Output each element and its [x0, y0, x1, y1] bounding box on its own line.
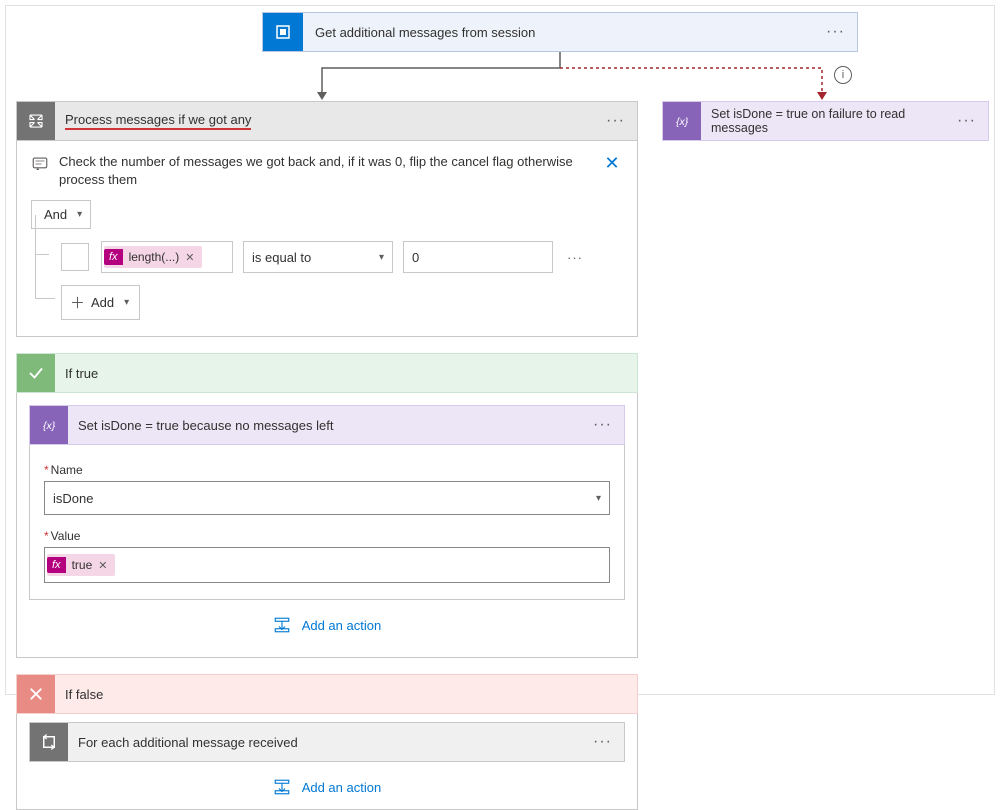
if-false-title: If false — [55, 687, 637, 702]
cross-icon — [17, 675, 55, 713]
action-menu[interactable]: ··· — [814, 23, 857, 41]
note-close[interactable]: ✕ — [601, 153, 623, 174]
check-icon — [17, 354, 55, 392]
svg-text:{x}: {x} — [43, 420, 56, 432]
add-condition-button[interactable]: ＋ Add ▾ — [61, 285, 140, 320]
set-variable-title: Set isDone = true because no messages le… — [68, 418, 581, 433]
info-icon[interactable]: i — [834, 66, 852, 84]
variable-value-input[interactable]: fx true ✕ — [44, 547, 610, 583]
condition-row-menu[interactable]: ··· — [567, 250, 583, 265]
insert-step-icon — [273, 778, 291, 799]
left-column: Process messages if we got any ··· Check… — [16, 101, 638, 810]
condition-menu[interactable]: ··· — [594, 112, 637, 130]
chevron-down-icon: ▾ — [77, 209, 82, 220]
if-true-add-action[interactable]: Add an action — [33, 616, 621, 637]
failure-action-menu[interactable]: ··· — [945, 112, 988, 130]
chevron-down-icon: ▾ — [124, 297, 129, 308]
condition-body: Check the number of messages we got back… — [16, 141, 638, 337]
if-true-body: {x} Set isDone = true because no message… — [16, 393, 638, 658]
variable-icon: {x} — [30, 406, 68, 444]
chevron-down-icon: ▾ — [379, 252, 384, 263]
connector-lines — [262, 52, 858, 104]
fx-icon: fx — [47, 557, 66, 573]
flow-canvas: Get additional messages from session ···… — [5, 5, 995, 695]
chevron-down-icon: ▾ — [596, 493, 601, 504]
session-icon — [263, 13, 303, 51]
condition-title: Process messages if we got any — [55, 112, 594, 130]
plus-icon: ＋ — [70, 292, 85, 313]
set-variable-body: *Name isDone ▾ *Value fx true ✕ — [29, 445, 625, 600]
condition-left-operand[interactable]: fx length(...) ✕ — [101, 241, 233, 273]
if-true-header: If true — [16, 353, 638, 393]
note-icon — [31, 155, 49, 176]
operator-label: is equal to — [252, 250, 311, 265]
fx-token-length[interactable]: fx length(...) ✕ — [104, 246, 202, 268]
if-false-header: If false — [16, 674, 638, 714]
if-true-title: If true — [55, 366, 637, 381]
condition-header[interactable]: Process messages if we got any ··· — [16, 101, 638, 141]
if-false-body: For each additional message received ···… — [16, 714, 638, 810]
loop-icon — [30, 723, 68, 761]
action-title: Get additional messages from session — [303, 25, 814, 40]
value-label: *Value — [44, 529, 610, 543]
token-remove[interactable]: ✕ — [98, 559, 107, 572]
action-get-messages[interactable]: Get additional messages from session ··· — [262, 12, 858, 52]
failure-action-header[interactable]: {x} Set isDone = true on failure to read… — [662, 101, 989, 141]
set-variable-header[interactable]: {x} Set isDone = true because no message… — [29, 405, 625, 445]
condition-operator-dropdown[interactable]: is equal to ▾ — [243, 241, 393, 273]
foreach-title: For each additional message received — [68, 735, 581, 750]
add-label: Add — [91, 295, 114, 310]
foreach-menu[interactable]: ··· — [581, 733, 624, 751]
insert-step-icon — [273, 616, 291, 637]
svg-text:{x}: {x} — [676, 116, 689, 128]
tree-line — [35, 235, 55, 299]
condition-note: Check the number of messages we got back… — [59, 153, 591, 188]
row-checkbox[interactable] — [61, 243, 89, 271]
name-label: *Name — [44, 463, 610, 477]
token-remove[interactable]: ✕ — [185, 251, 194, 264]
fx-icon: fx — [104, 249, 123, 265]
variable-icon: {x} — [663, 102, 701, 140]
failure-action-title: Set isDone = true on failure to read mes… — [701, 107, 945, 135]
foreach-header[interactable]: For each additional message received ··· — [29, 722, 625, 762]
condition-right-operand[interactable]: 0 — [403, 241, 553, 273]
fx-token-true[interactable]: fx true ✕ — [47, 554, 115, 576]
variable-name-select[interactable]: isDone ▾ — [44, 481, 610, 515]
condition-icon — [17, 102, 55, 140]
set-variable-menu[interactable]: ··· — [581, 416, 624, 434]
if-false-add-action[interactable]: Add an action — [33, 778, 621, 799]
